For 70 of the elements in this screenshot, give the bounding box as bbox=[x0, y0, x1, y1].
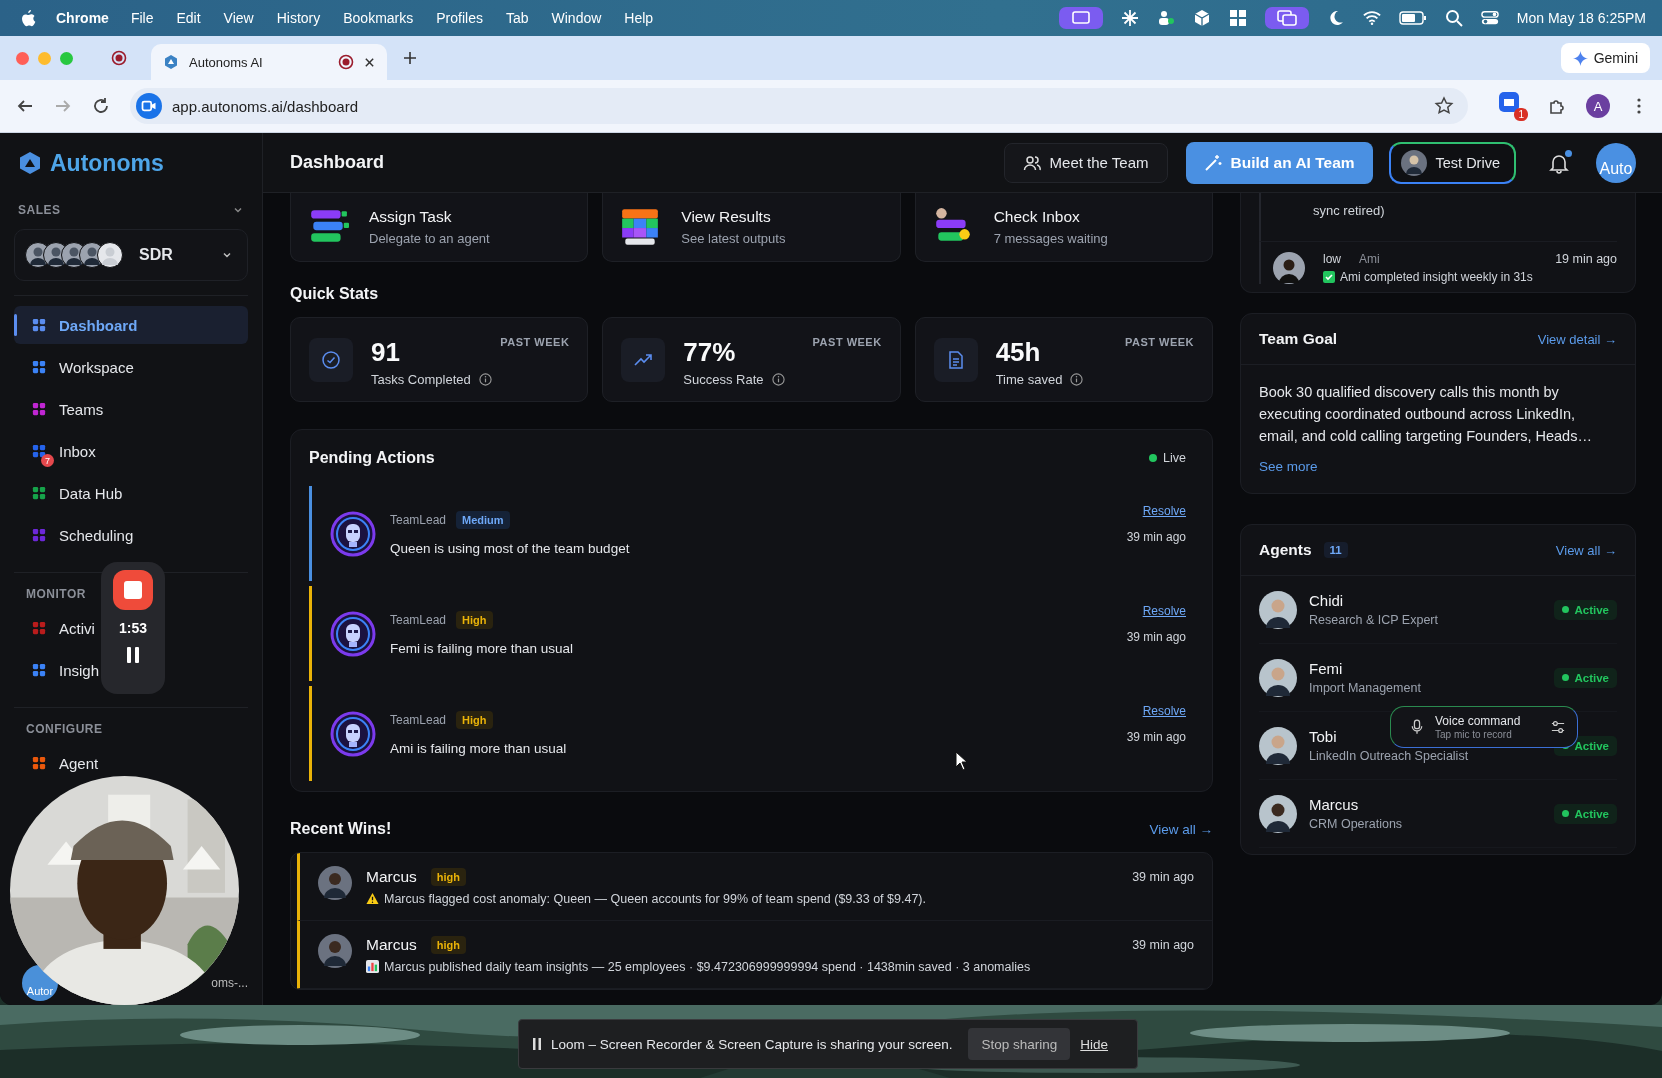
activity-message: Ami completed insight weekly in 31s bbox=[1340, 270, 1533, 284]
period-label: PAST WEEK bbox=[1124, 336, 1194, 348]
agent-name: Marcus bbox=[366, 867, 417, 886]
stat-label: Success Rate bbox=[683, 371, 764, 387]
agent-name: TeamLead bbox=[390, 513, 447, 527]
agent-name: Marcus bbox=[366, 935, 417, 954]
action-title: Check Inbox bbox=[993, 208, 1081, 226]
agent-name: TeamLead bbox=[390, 713, 447, 727]
timestamp: 39 min ago bbox=[1126, 630, 1186, 644]
card-title: Team Goal bbox=[1259, 330, 1338, 348]
timestamp: 39 min ago bbox=[1126, 530, 1186, 544]
section-title: Quick Stats bbox=[290, 285, 380, 303]
priority-tag: Medium bbox=[456, 511, 510, 529]
card-title: Pending Actions bbox=[309, 449, 435, 467]
activity-message: sync retired) bbox=[1313, 203, 1385, 218]
action-message: Ami is failing more than usual bbox=[390, 741, 568, 756]
action-message: Femi is failing more than usual bbox=[390, 641, 575, 656]
timestamp: 39 min ago bbox=[1132, 937, 1194, 952]
action-subtitle: 7 messages waiting bbox=[993, 231, 1108, 246]
agent-role: CRM Operations bbox=[1309, 817, 1404, 831]
agent-name: Femi bbox=[1309, 660, 1343, 677]
stat-label: Time saved bbox=[995, 371, 1063, 387]
action-title: Assign Task bbox=[369, 208, 453, 226]
agent-name: TeamLead bbox=[390, 613, 447, 627]
sharing-message: Loom – Screen Recorder & Screen Capture is sharing your screen. bbox=[551, 1036, 953, 1052]
action-subtitle: See latest outputs bbox=[681, 231, 786, 246]
section-label: MONITOR bbox=[25, 586, 86, 603]
agent-name: Tobi bbox=[1309, 728, 1337, 745]
priority-label: low bbox=[1323, 252, 1341, 266]
period-label: PAST WEEK bbox=[500, 336, 570, 348]
tab-title: Autonoms AI bbox=[189, 54, 264, 70]
win-message: Marcus published daily team insights — 25 employees · $9.472306999999994 spend · 1438min saved · 3 anomalies bbox=[384, 959, 1031, 974]
agent-name: Ami bbox=[1359, 252, 1380, 266]
priority-tag: High bbox=[456, 711, 493, 729]
stat-value: 77% bbox=[683, 336, 737, 368]
card-title: Agents bbox=[1259, 541, 1312, 559]
section-label: CONFIGURE bbox=[25, 721, 103, 738]
voice-hint: Tap mic to record bbox=[1435, 729, 1513, 740]
count-badge: 11 bbox=[1323, 542, 1348, 558]
voice-title: Voice command bbox=[1435, 714, 1522, 728]
recording-time: 1:53 bbox=[119, 620, 147, 636]
stat-value: 91 bbox=[371, 336, 401, 368]
period-label: PAST WEEK bbox=[812, 336, 882, 348]
goal-text: Book 30 qualified discovery calls this month by executing coordinated outbound across LinkedIn, email, and cold calling targeting Founders, Heads… bbox=[1259, 383, 1593, 446]
agent-role: Research & ICP Expert bbox=[1309, 613, 1439, 627]
status-badge: Active bbox=[1554, 599, 1617, 620]
section-label: SALES bbox=[18, 203, 61, 217]
agent-name: Chidi bbox=[1309, 592, 1344, 609]
status-badge: Active bbox=[1554, 667, 1617, 688]
status-badge: Active bbox=[1554, 803, 1617, 824]
agent-role: LinkedIn Outreach Specialist bbox=[1309, 749, 1470, 763]
win-message: Marcus flagged cost anomaly: Queen — Queen accounts for 99% of team spend ($9.33 of $9.47). bbox=[384, 891, 926, 906]
page-title: Dashboard bbox=[290, 152, 385, 173]
timestamp: 39 min ago bbox=[1126, 730, 1186, 744]
notification-badge: 1 bbox=[1514, 108, 1528, 121]
stat-value: 45h bbox=[995, 336, 1042, 368]
timestamp: 39 min ago bbox=[1132, 869, 1194, 884]
action-message: Queen is using most of the team budget bbox=[390, 541, 631, 556]
section-title: Recent Wins! bbox=[290, 820, 392, 838]
priority-tag: High bbox=[456, 611, 493, 629]
action-title: View Results bbox=[681, 208, 772, 226]
stat-label: Tasks Completed bbox=[371, 371, 471, 387]
priority-tag: high bbox=[430, 867, 467, 886]
agent-name: Marcus bbox=[1309, 796, 1359, 813]
timestamp: 19 min ago bbox=[1555, 252, 1617, 266]
agent-role: Import Management bbox=[1309, 681, 1422, 695]
live-label: Live bbox=[1163, 451, 1186, 465]
priority-tag: high bbox=[430, 935, 467, 954]
action-subtitle: Delegate to an agent bbox=[369, 231, 490, 246]
count-badge: 7 bbox=[41, 454, 54, 467]
